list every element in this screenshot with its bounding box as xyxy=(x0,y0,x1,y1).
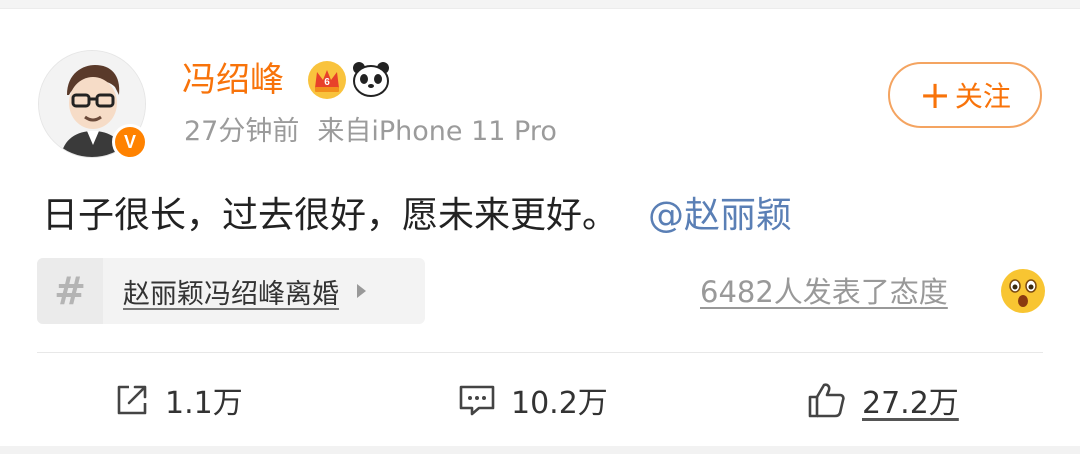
svg-text:6: 6 xyxy=(324,77,330,88)
reactions-summary[interactable]: 6482人发表了态度 xyxy=(700,270,948,314)
comment-button[interactable]: 10.2万 xyxy=(457,376,608,424)
username[interactable]: 冯绍峰 xyxy=(182,58,284,102)
follow-label: 关注 xyxy=(954,80,1011,113)
hash-icon: # xyxy=(37,258,103,324)
mention-link[interactable]: @赵丽颖 xyxy=(648,195,792,236)
post-meta: 27分钟前 来自iPhone 11 Pro xyxy=(184,112,557,152)
post-body: 日子很长，过去很好，愿未来更好。 xyxy=(42,195,619,236)
topic-label: 赵丽颖冯绍峰离婚 xyxy=(123,278,339,310)
verified-badge: V xyxy=(112,124,148,160)
comment-count: 10.2万 xyxy=(511,386,608,421)
repost-icon xyxy=(117,385,147,415)
actions-divider xyxy=(37,352,1043,353)
post-source: 来自iPhone 11 Pro xyxy=(317,116,557,147)
like-count: 27.2万 xyxy=(862,386,959,421)
crown-icon: 6 xyxy=(308,61,346,99)
post-time: 27分钟前 xyxy=(184,116,300,147)
repost-button[interactable]: 1.1万 xyxy=(113,376,243,424)
follow-button[interactable]: + 关注 xyxy=(888,62,1042,128)
wow-emoji-icon[interactable] xyxy=(1000,268,1046,314)
like-button[interactable]: 27.2万 xyxy=(806,376,959,424)
plus-icon: + xyxy=(919,73,951,117)
top-separator xyxy=(0,0,1080,9)
repost-count: 1.1万 xyxy=(165,386,243,421)
topic-card[interactable]: # 赵丽颖冯绍峰离婚 xyxy=(37,258,425,324)
post-text: 日子很长，过去很好，愿未来更好。 @赵丽颖 xyxy=(42,190,792,242)
like-icon xyxy=(808,383,845,418)
panda-icon xyxy=(353,62,389,97)
comment-icon xyxy=(459,385,495,416)
bottom-separator xyxy=(0,446,1080,454)
chevron-right-icon xyxy=(357,284,366,298)
